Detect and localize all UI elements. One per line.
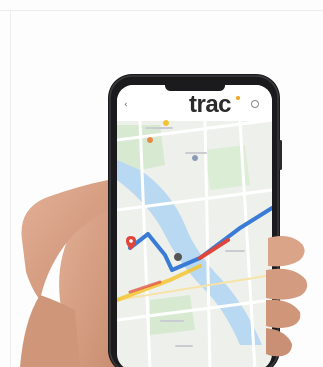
app-back-button[interactable]: ‹: [124, 99, 136, 111]
product-photo: ‹ trac: [0, 0, 323, 367]
app-logo: trac: [189, 91, 241, 118]
phone-in-hand-illustration: [20, 74, 282, 367]
back-arrow-icon: ‹: [124, 100, 128, 110]
logo-text: trac: [189, 91, 232, 118]
map-point-icon: [163, 120, 169, 126]
map-point-icon: [147, 137, 153, 143]
phone-side-button: [279, 140, 282, 170]
map-point-icon: [174, 253, 182, 261]
app-menu-button[interactable]: [251, 100, 261, 110]
logo-accent-dot: [236, 96, 241, 100]
phone-notch: [165, 80, 225, 91]
menu-icon: [251, 100, 259, 108]
map-point-icon: [192, 155, 198, 161]
